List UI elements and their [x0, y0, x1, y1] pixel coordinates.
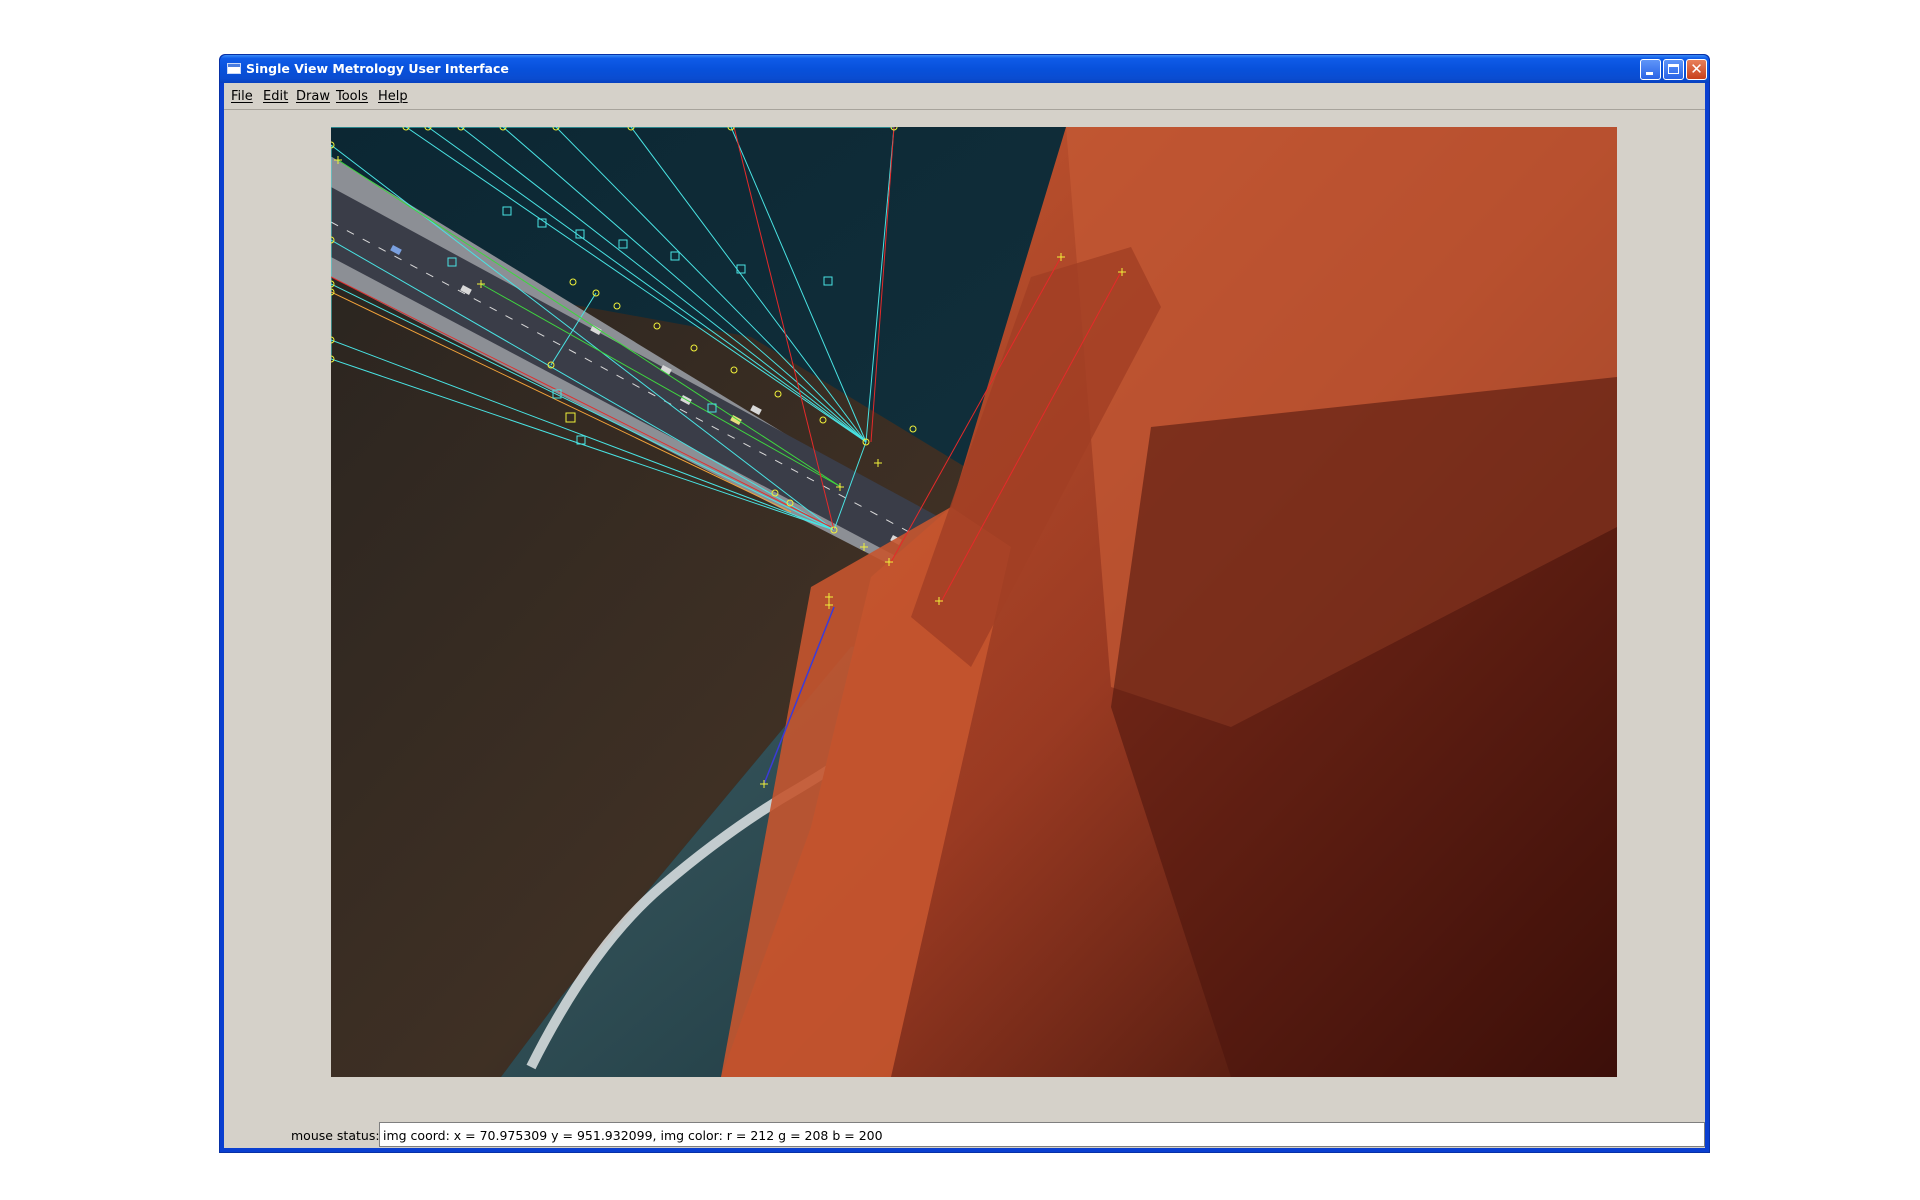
mouse-status-label: mouse status: [291, 1128, 380, 1143]
menu-tools[interactable]: Tools [336, 89, 368, 104]
photo-svg [331, 127, 1617, 1077]
title-bar[interactable]: Single View Metrology User Interface ✕ [220, 55, 1709, 83]
image-canvas[interactable] [331, 127, 1617, 1077]
minimize-icon [1646, 72, 1653, 75]
window-icon [227, 63, 241, 74]
status-bar: mouse status: img coord: x = 70.975309 y… [224, 1121, 1705, 1148]
menu-file[interactable]: File [231, 89, 253, 104]
menu-draw[interactable]: Draw [296, 89, 330, 104]
close-icon: ✕ [1690, 60, 1703, 78]
menu-help[interactable]: Help [378, 89, 408, 104]
menu-edit[interactable]: Edit [263, 89, 288, 104]
maximize-button[interactable] [1663, 59, 1684, 80]
mouse-status-text: img coord: x = 70.975309 y = 951.932099,… [383, 1128, 883, 1143]
window-title: Single View Metrology User Interface [246, 61, 509, 76]
minimize-button[interactable] [1640, 59, 1661, 80]
close-button[interactable]: ✕ [1686, 59, 1707, 80]
maximize-icon [1668, 64, 1679, 74]
menu-bar: File Edit Draw Tools Help [224, 83, 1705, 110]
mouse-status-field[interactable]: img coord: x = 70.975309 y = 951.932099,… [379, 1122, 1705, 1147]
client-area: File Edit Draw Tools Help mouse status: … [224, 83, 1705, 1148]
app-window: Single View Metrology User Interface ✕ F… [219, 54, 1710, 1153]
